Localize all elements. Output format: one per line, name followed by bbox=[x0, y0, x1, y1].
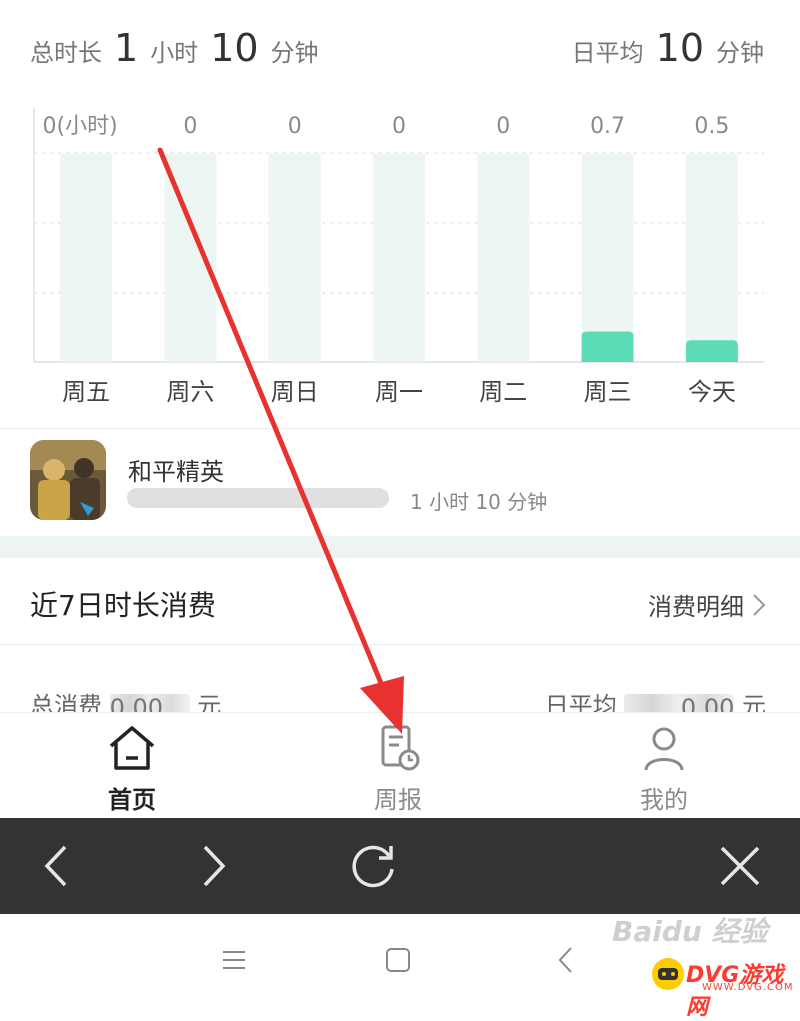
annotation-arrow bbox=[157, 147, 404, 734]
